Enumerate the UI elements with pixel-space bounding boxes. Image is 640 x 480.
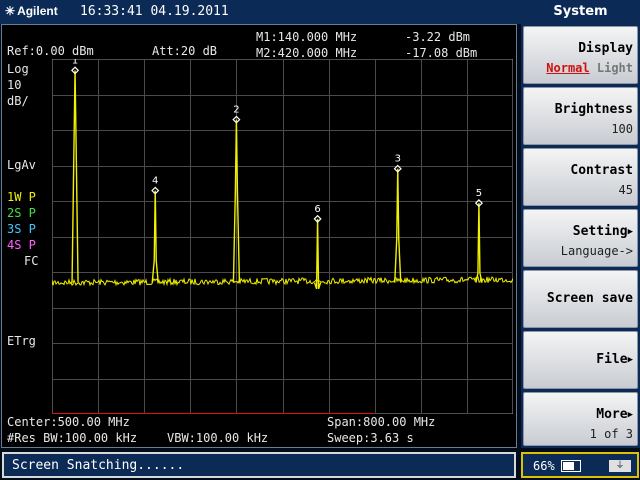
marker-frequency: M1:140.000 MHz (256, 30, 358, 44)
marker-number-label: 2 (233, 105, 239, 116)
marker-number-label: 5 (476, 188, 482, 199)
spectrum-plot: 1 2 3 4 5 6 (52, 59, 513, 414)
scale-unit: dB/ (7, 94, 29, 108)
screen-save-softkey[interactable]: Screen save (523, 270, 638, 328)
softkey-panel: Display Normal Light Brightness 100 Cont… (521, 24, 640, 448)
setting-label: Setting (572, 224, 628, 239)
plot-frame (52, 59, 513, 414)
setting-value: Language-> (560, 244, 633, 258)
setting-softkey[interactable]: Setting▶ Language-> (523, 209, 638, 267)
display-normal-option: Normal (546, 61, 590, 75)
submenu-arrow-icon: ▶ (627, 410, 633, 420)
scale-value: 10 (7, 78, 22, 92)
status-message: Screen Snatching...... (12, 458, 185, 473)
contrast-value: 45 (618, 183, 633, 197)
battery-status: 66% ⏚ (521, 452, 639, 478)
scale-type: Log (7, 62, 29, 76)
display-label: Display (578, 41, 633, 56)
brightness-label: Brightness (554, 102, 633, 117)
video-bandwidth: VBW:100.00 kHz (167, 431, 269, 445)
brightness-softkey[interactable]: Brightness 100 (523, 87, 638, 145)
trace-indicator: 1W P (7, 190, 36, 204)
marker-number-label: 3 (395, 154, 401, 165)
trace-indicator: 2S P (7, 206, 36, 220)
power-plug-icon: ⏚ (609, 460, 631, 472)
top-bar: ✳ Agilent 16:33:41 04.19.2011 System (0, 0, 640, 24)
detector-mode: LgAv (7, 158, 36, 172)
marker-level: -3.22 dBm (405, 30, 471, 44)
trace-indicator: 3S P (7, 222, 36, 236)
ref-level: Ref:0.00 dBm (7, 44, 94, 58)
marker-number-label: 6 (314, 204, 320, 215)
marker-number-label: 4 (152, 176, 158, 187)
display-light-option: Light (596, 61, 633, 75)
contrast-label: Contrast (570, 163, 633, 178)
file-label: File (596, 352, 628, 367)
logo-text: Agilent (17, 4, 58, 18)
submenu-arrow-icon: ▶ (627, 355, 633, 365)
attenuation: Att:20 dB (152, 44, 218, 58)
resolution-bandwidth: #Res BW:100.00 kHz (7, 431, 138, 445)
agilent-logo: ✳ Agilent (5, 4, 58, 18)
screen-save-label: Screen save (546, 291, 633, 306)
battery-fill (563, 462, 574, 470)
display-softkey[interactable]: Display Normal Light (523, 26, 638, 84)
trace-indicator: 4S P (7, 238, 36, 252)
more-label: More (596, 407, 628, 422)
datetime: 16:33:41 04.19.2011 (80, 4, 229, 19)
sweep-progress-bar (52, 413, 375, 414)
center-frequency: Center:500.00 MHz (7, 415, 130, 429)
fc-indicator: FC (24, 254, 39, 268)
sweep-time: Sweep:3.63 s (327, 431, 414, 445)
brightness-value: 100 (611, 122, 633, 136)
etrg-indicator: ETrg (7, 334, 36, 348)
contrast-softkey[interactable]: Contrast 45 (523, 148, 638, 206)
battery-icon (561, 460, 581, 472)
spectrum-display: Ref:0.00 dBm Att:20 dB Log 10 dB/ LgAv 1… (1, 24, 517, 448)
more-page-indicator: 1 of 3 (589, 427, 633, 441)
softkey-menu-title: System (553, 4, 608, 19)
status-bar: Screen Snatching...... (2, 452, 516, 478)
marker-number-label: 1 (72, 59, 78, 66)
file-softkey[interactable]: File▶ (523, 331, 638, 389)
spark-icon: ✳ (5, 4, 16, 18)
span: Span:800.00 MHz (327, 415, 436, 429)
submenu-arrow-icon: ▶ (627, 227, 633, 237)
battery-percent: 66% (533, 459, 555, 473)
more-softkey[interactable]: More▶ 1 of 3 (523, 392, 638, 446)
